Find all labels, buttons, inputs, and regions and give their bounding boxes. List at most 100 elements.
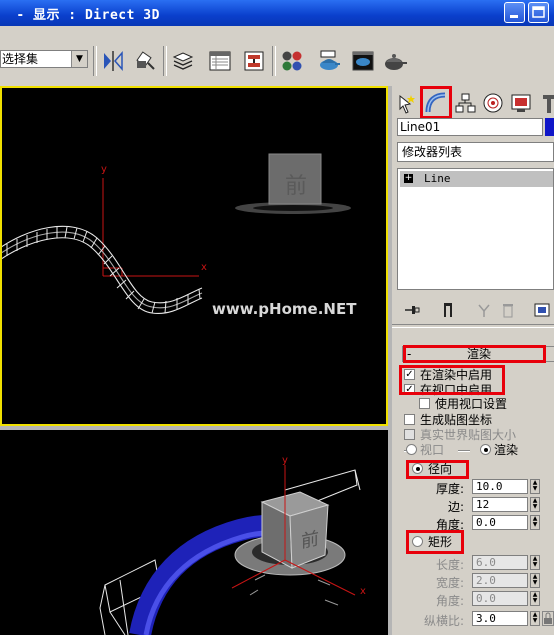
chevron-down-icon: ▼ (71, 51, 87, 67)
tab-display[interactable] (508, 90, 534, 116)
highlight-radial (406, 460, 469, 479)
sides-spinner-arrows[interactable]: ▲ ▼ (530, 497, 540, 512)
render-setup-button[interactable] (316, 48, 342, 74)
real-world-map-label: 真实世界贴图大小 (420, 428, 517, 442)
length-spinner-arrows[interactable]: ▲ ▼ (530, 555, 540, 570)
perspective-viewport[interactable]: y x 前 (0, 430, 388, 635)
stack-item-label: Line (424, 172, 451, 185)
modifier-list-label: 修改器列表 (402, 145, 463, 159)
axis-y-label: y (101, 164, 107, 175)
aspect-spinner[interactable]: 3.0 (472, 611, 528, 626)
view-cube-label: 前 (301, 528, 319, 553)
create-icon (399, 94, 415, 114)
mirror-icon (104, 51, 123, 71)
object-color-swatch[interactable] (545, 118, 554, 136)
sides-label: 边: (447, 500, 464, 514)
render-setup-icon (320, 50, 340, 70)
configure-sets-button[interactable] (530, 300, 554, 320)
mode-viewport-radio[interactable] (406, 444, 417, 455)
selection-set-value: 选择集 (2, 52, 39, 66)
sides-spinner[interactable]: 12 (472, 497, 528, 512)
toolbar-separator (272, 46, 276, 76)
group-line (458, 450, 470, 452)
generate-mapping-label: 生成贴图坐标 (420, 413, 493, 427)
toolbar-separator (163, 46, 167, 76)
spline-wireframe (2, 225, 203, 315)
end-result-icon (444, 303, 452, 317)
width-spinner[interactable]: 2.0 (472, 573, 528, 588)
object-name-field[interactable]: Line01 (397, 118, 543, 136)
tab-motion[interactable] (480, 90, 506, 116)
tab-create[interactable] (394, 90, 420, 116)
axis-x-label: x (201, 262, 207, 273)
align-button[interactable] (132, 48, 158, 74)
make-unique-button[interactable] (472, 300, 496, 320)
generate-mapping-checkbox[interactable] (404, 414, 415, 425)
highlight-rectangular (406, 530, 464, 554)
modifier-list-dropdown[interactable]: 修改器列表 (397, 142, 554, 162)
schematic-view-icon (244, 51, 264, 71)
top-viewport-scene (2, 153, 351, 315)
aspect-lock-button[interactable] (542, 611, 554, 626)
material-editor-button[interactable] (279, 48, 305, 74)
length-label: 长度: (435, 558, 464, 572)
mode-render-radio[interactable] (480, 444, 491, 455)
aspect-label: 纵横比: (423, 614, 464, 628)
minimize-button[interactable] (504, 2, 525, 23)
render-frame-icon (352, 51, 374, 71)
highlight-modify-tab (420, 86, 452, 119)
maximize-icon (532, 6, 545, 18)
expand-icon[interactable]: + (404, 174, 413, 183)
main-toolbar: 选择集 ▼ (0, 26, 554, 87)
lock-icon (544, 612, 552, 624)
quick-render-button[interactable] (382, 48, 408, 74)
tab-utilities[interactable] (536, 90, 554, 116)
utilities-icon (543, 95, 554, 113)
rect-angle-spinner-arrows[interactable]: ▲ ▼ (530, 591, 540, 606)
width-spinner-arrows[interactable]: ▲ ▼ (530, 573, 540, 588)
modifier-stack: + Line (397, 168, 554, 290)
layer-manager-button[interactable] (170, 48, 196, 74)
quick-render-icon (385, 54, 407, 70)
rect-angle-spinner[interactable]: 0.0 (472, 591, 528, 606)
mirror-button[interactable] (100, 48, 126, 74)
pin-stack-button[interactable] (400, 300, 424, 320)
thickness-spinner[interactable]: 10.0 (472, 479, 528, 494)
thickness-spinner-arrows[interactable]: ▲ ▼ (530, 479, 540, 494)
real-world-map-checkbox[interactable] (404, 429, 415, 440)
top-viewport[interactable]: y x 前 www.pHome.NET (0, 86, 388, 426)
rect-angle-label: 角度: (435, 594, 464, 608)
remove-modifier-button[interactable] (496, 300, 520, 320)
axis-y-label: y (282, 455, 288, 466)
schematic-view-button[interactable] (241, 48, 267, 74)
perspective-viewport-scene (99, 465, 361, 635)
maximize-button[interactable] (528, 2, 549, 23)
radial-angle-spinner[interactable]: 0.0 (472, 515, 528, 530)
curve-editor-button[interactable] (207, 48, 233, 74)
view-cube-label: 前 (285, 174, 308, 199)
highlight-enable-options (399, 365, 505, 395)
stack-item-line[interactable]: + Line (400, 171, 553, 187)
length-spinner[interactable]: 6.0 (472, 555, 528, 570)
radial-angle-spinner-arrows[interactable]: ▲ ▼ (530, 515, 540, 530)
minimize-icon (510, 15, 518, 18)
tab-hierarchy[interactable] (452, 90, 478, 116)
rollout-separator (392, 324, 554, 328)
render-frame-button[interactable] (350, 48, 376, 74)
axis-x-label: x (360, 586, 366, 597)
use-viewport-settings-checkbox[interactable] (419, 398, 430, 409)
show-end-result-button[interactable] (436, 300, 460, 320)
display-icon (511, 94, 531, 112)
use-viewport-settings-label: 使用视口设置 (435, 397, 508, 411)
make-unique-icon (478, 304, 490, 317)
motion-icon (483, 93, 503, 113)
selection-set-dropdown[interactable]: 选择集 ▼ (0, 50, 88, 68)
command-panel: Line01 修改器列表 + Line - 渲染 ✓ 在渲染中启用 ✓ 在视口中… (392, 86, 554, 635)
aspect-spinner-arrows[interactable]: ▲ ▼ (530, 611, 540, 626)
pin-icon (405, 306, 420, 314)
configure-icon (534, 303, 550, 317)
window-title: - 显示 : Direct 3D (8, 8, 160, 23)
material-editor-icon (282, 51, 302, 71)
toolbar-separator (93, 46, 97, 76)
thickness-label: 厚度: (435, 482, 464, 496)
